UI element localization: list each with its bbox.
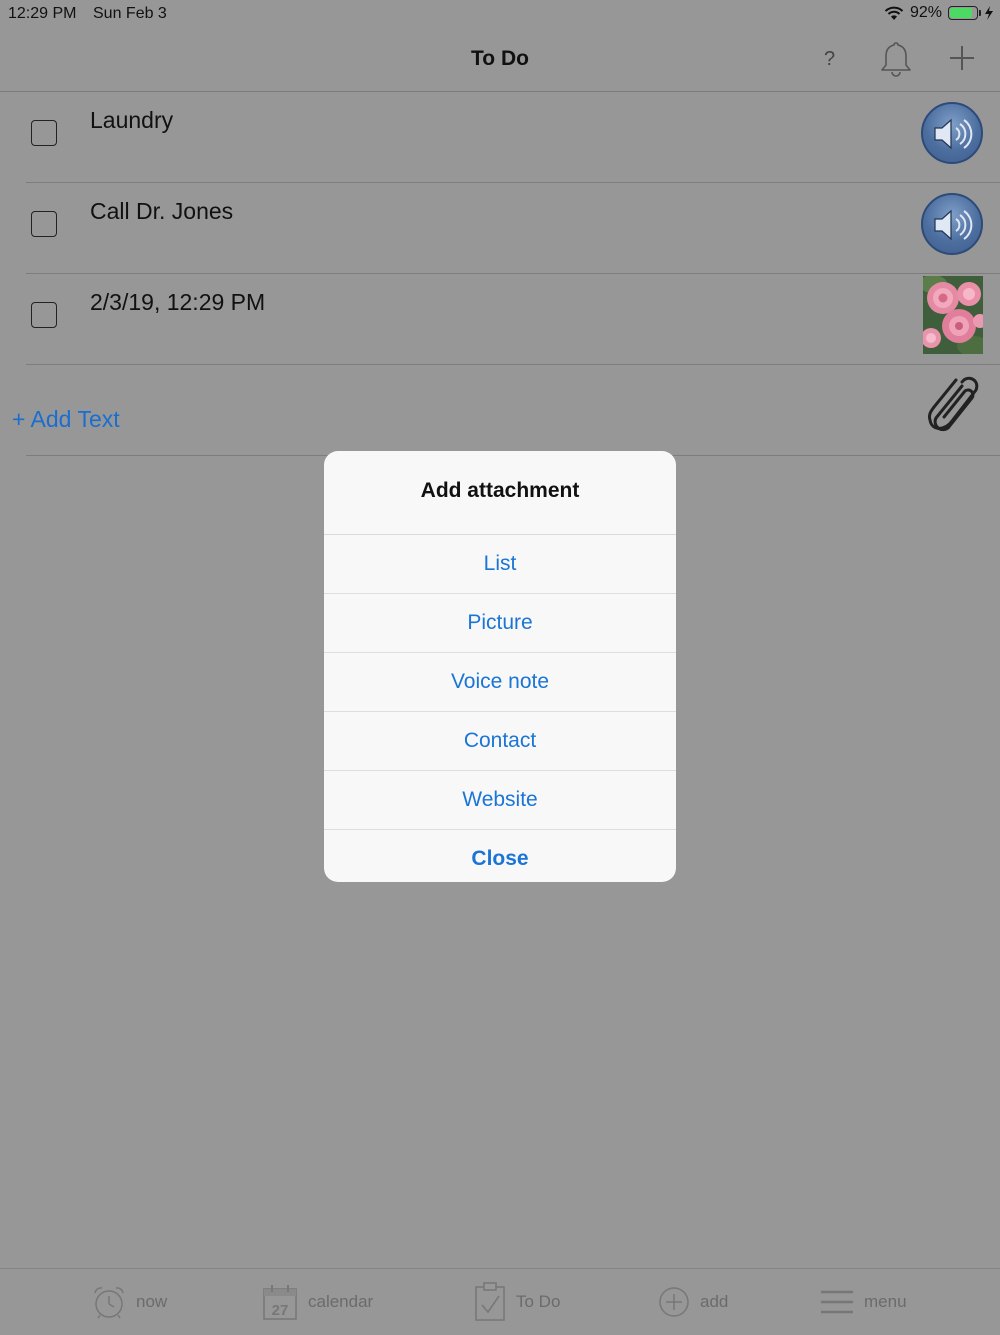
nav-bar: To Do ?	[0, 28, 1000, 92]
dialog-title: Add attachment	[324, 451, 676, 535]
hamburger-menu-icon	[821, 1290, 853, 1314]
calendar-icon-day: 27	[272, 1302, 289, 1319]
plus-icon[interactable]	[946, 42, 978, 74]
plus-circle-icon	[659, 1287, 689, 1317]
checkbox[interactable]	[31, 211, 57, 237]
add-attachment-dialog: Add attachment List Picture Voice note C…	[324, 451, 676, 882]
tab-menu[interactable]: menu	[820, 1269, 907, 1335]
play-voice-note-button[interactable]	[921, 102, 983, 164]
rose-photo-icon	[923, 276, 983, 354]
row-divider	[26, 364, 1000, 365]
page-title: To Do	[471, 47, 529, 70]
checkbox[interactable]	[31, 302, 57, 328]
photo-thumbnail[interactable]	[923, 276, 983, 354]
option-picture[interactable]: Picture	[324, 594, 676, 653]
option-website[interactable]: Website	[324, 771, 676, 830]
tab-label: add	[700, 1292, 729, 1311]
speaker-icon	[934, 118, 973, 150]
tab-bar: now 27 calendar To Do add menu	[0, 1268, 1000, 1335]
bell-icon[interactable]	[878, 40, 914, 78]
close-button[interactable]: Close	[324, 830, 676, 882]
checkbox[interactable]	[31, 120, 57, 146]
tab-label: calendar	[308, 1292, 374, 1311]
tab-add[interactable]: add	[658, 1269, 728, 1335]
clipboard-check-icon	[475, 1282, 505, 1321]
alarm-clock-icon	[94, 1287, 124, 1319]
battery-fill	[950, 8, 972, 18]
list-item[interactable]: 2/3/19, 12:29 PM	[0, 274, 1000, 365]
todo-text[interactable]: Laundry	[90, 107, 173, 134]
battery-percent: 92%	[909, 4, 942, 21]
todo-text[interactable]: 2/3/19, 12:29 PM	[90, 289, 265, 316]
tab-todo[interactable]: To Do	[474, 1269, 560, 1335]
status-right: 92%	[884, 4, 994, 22]
calendar-icon: 27	[263, 1285, 297, 1320]
status-time: 12:29 PM	[8, 5, 77, 22]
todo-text[interactable]: Call Dr. Jones	[90, 198, 233, 225]
battery-icon	[948, 6, 981, 20]
speaker-icon	[934, 209, 973, 241]
tab-label: now	[136, 1292, 168, 1311]
tab-label: menu	[864, 1292, 907, 1311]
play-voice-note-button[interactable]	[921, 193, 983, 255]
status-date: Sun Feb 3	[93, 5, 167, 22]
paperclip-icon[interactable]	[922, 374, 984, 440]
option-list[interactable]: List	[324, 535, 676, 594]
tab-label: To Do	[516, 1292, 561, 1311]
list-item[interactable]: Laundry	[0, 92, 1000, 183]
wifi-icon	[884, 6, 904, 20]
option-contact[interactable]: Contact	[324, 712, 676, 771]
tab-now[interactable]: now	[92, 1269, 167, 1335]
help-button[interactable]: ?	[824, 48, 835, 71]
status-bar: 12:29 PM Sun Feb 3 92%	[0, 0, 1000, 28]
tab-calendar[interactable]: 27 calendar	[262, 1269, 373, 1335]
list-item[interactable]: Call Dr. Jones	[0, 183, 1000, 274]
option-voice-note[interactable]: Voice note	[324, 653, 676, 712]
add-text-button[interactable]: + Add Text	[12, 406, 120, 433]
charging-bolt-icon	[985, 6, 993, 20]
